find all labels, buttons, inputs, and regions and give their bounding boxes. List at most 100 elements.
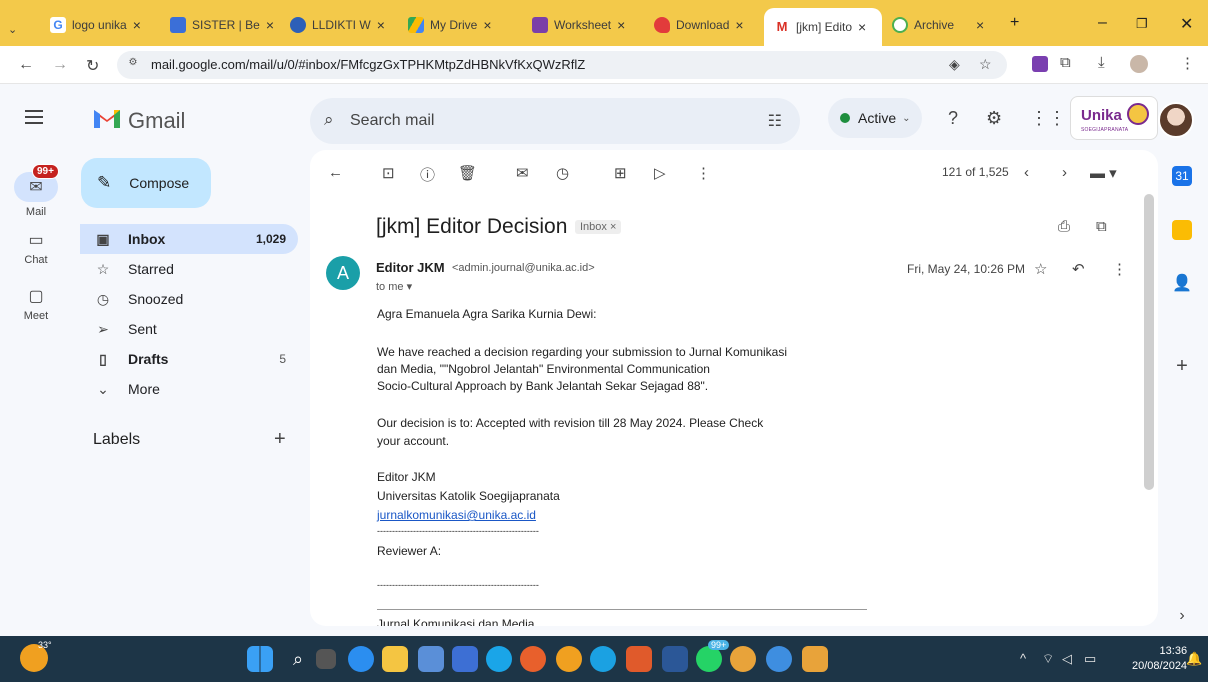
recipient-toggle[interactable]: to me ▾ [376, 280, 412, 293]
rail-meet[interactable]: ▢ Meet [14, 286, 58, 322]
close-icon[interactable]: × [735, 17, 743, 33]
contacts-icon[interactable]: 👤 [1172, 274, 1192, 294]
file-explorer-icon[interactable] [382, 646, 408, 672]
snooze-icon[interactable]: ◷ [556, 164, 569, 182]
app-g-icon[interactable] [802, 646, 828, 672]
whatsapp-icon[interactable]: 99+ [696, 640, 730, 672]
nav-item-more[interactable]: ⌄ More [80, 374, 298, 404]
label-icon[interactable]: ▷ [654, 164, 666, 182]
nav-item-drafts[interactable]: ▯ Drafts 5 [80, 344, 298, 374]
open-new-window-icon[interactable]: ⧉ [1096, 218, 1107, 235]
notification-bell-icon[interactable]: 🔔 [1186, 651, 1202, 667]
compose-button[interactable]: ✎ Compose [81, 158, 211, 208]
system-clock[interactable]: 13:36 20/08/2024 [1132, 644, 1187, 674]
account-avatar[interactable] [1158, 102, 1194, 138]
close-icon[interactable]: × [377, 17, 385, 33]
input-tools-icon[interactable]: ▬ ▾ [1090, 164, 1117, 182]
restore-button[interactable]: ❐ [1136, 16, 1148, 32]
show-side-panel-chevron-icon[interactable]: › [1172, 606, 1192, 626]
extensions-icon[interactable]: ⧉ [1060, 54, 1071, 71]
chrome-blue-icon[interactable] [486, 646, 512, 672]
tab-download[interactable]: Download × [654, 11, 756, 39]
archive-icon[interactable]: ⊡ [382, 164, 395, 182]
organization-logo[interactable]: Unika SOEGIJAPRANATA [1070, 96, 1158, 140]
tab-lldikti[interactable]: LLDIKTI W × [290, 11, 394, 39]
rail-mail[interactable]: ✉ 99+ Mail [14, 164, 59, 218]
task-view-icon[interactable] [316, 649, 336, 669]
url-bar[interactable]: ⚙ mail.google.com/mail/u/0/#inbox/FMfcgz… [117, 51, 1007, 79]
close-icon[interactable]: × [483, 17, 491, 33]
chrome-profile-icon[interactable] [730, 646, 756, 672]
close-icon[interactable]: × [976, 17, 984, 33]
photos-icon[interactable] [418, 646, 444, 672]
new-tab-button[interactable]: + [1010, 14, 1019, 32]
more-options-icon[interactable]: ⋮ [1112, 260, 1127, 278]
download-icon[interactable]: ⤓ [1098, 54, 1105, 71]
site-info-icon[interactable]: ⚙ [125, 57, 141, 73]
settings-gear-icon[interactable]: ⚙ [986, 108, 1002, 129]
url-text[interactable]: mail.google.com/mail/u/0/#inbox/FMfcgzGx… [151, 57, 585, 72]
close-icon[interactable]: × [617, 17, 625, 33]
onenote-extension-icon[interactable] [1032, 56, 1048, 72]
back-arrow-icon[interactable]: ← [328, 164, 343, 181]
signature-email-link[interactable]: jurnalkomunikasi@unika.ac.id [377, 508, 536, 522]
apps-grid-icon[interactable]: ⋮⋮ [1030, 108, 1066, 129]
search-icon[interactable]: ⌕ [324, 110, 334, 130]
wifi-icon[interactable]: ⌔ [1042, 651, 1054, 667]
rail-chat[interactable]: ▭ Chat [14, 230, 58, 266]
search-input[interactable] [350, 108, 730, 134]
start-button-icon[interactable] [247, 646, 273, 672]
hidden-icons-chevron-icon[interactable]: ^ [1020, 651, 1026, 666]
nav-item-snoozed[interactable]: ◷ Snoozed [80, 284, 298, 314]
browser-menu-icon[interactable]: ⋮ [1180, 54, 1195, 72]
nav-item-sent[interactable]: ➢ Sent [80, 314, 298, 344]
search-options-icon[interactable]: ☷ [768, 111, 782, 131]
tab-search-button[interactable]: ⌄ [8, 15, 17, 43]
star-icon[interactable]: ☆ [1034, 260, 1047, 278]
get-addons-plus-icon[interactable]: + [1172, 356, 1192, 376]
report-spam-icon[interactable]: ⓘ [420, 164, 435, 185]
close-icon[interactable]: × [266, 17, 274, 33]
tab-sister[interactable]: SISTER | Be × [170, 11, 276, 39]
older-chevron-icon[interactable]: › [1062, 164, 1067, 181]
nav-item-starred[interactable]: ☆ Starred [80, 254, 298, 284]
close-window-button[interactable]: ✕ [1180, 14, 1193, 34]
weather-widget[interactable]: 33° [20, 640, 52, 672]
tab-jkm-editor[interactable]: M [jkm] Edito × [764, 8, 882, 46]
keep-icon[interactable] [1172, 220, 1192, 240]
main-menu-icon[interactable] [25, 110, 43, 124]
calendar-icon[interactable]: 31 [1172, 166, 1192, 186]
close-icon[interactable]: × [133, 17, 141, 33]
gmail-logo-icon[interactable] [92, 106, 122, 130]
bookmark-star-icon[interactable]: ☆ [979, 56, 992, 73]
battery-icon[interactable]: ▭ [1084, 651, 1096, 667]
scrollbar[interactable] [1144, 194, 1154, 490]
move-to-icon[interactable]: ⊞ [614, 164, 627, 182]
tab-my-drive[interactable]: My Drive × [408, 11, 518, 39]
more-options-icon[interactable]: ⋮ [696, 164, 711, 182]
add-label-icon[interactable]: + [274, 428, 286, 451]
chrome-yellow-icon[interactable] [556, 646, 582, 672]
chrome-profile-active-icon[interactable] [766, 646, 792, 672]
tab-archive[interactable]: Archive × [892, 11, 1002, 39]
mark-unread-icon[interactable]: ✉ [516, 164, 529, 182]
word-icon[interactable] [662, 646, 688, 672]
profile-avatar-icon[interactable] [1130, 55, 1148, 73]
minimize-button[interactable]: – [1098, 14, 1107, 32]
edge-icon[interactable] [590, 646, 616, 672]
reply-icon[interactable]: ↶ [1072, 260, 1085, 278]
newer-chevron-icon[interactable]: ‹ [1024, 164, 1029, 181]
store-icon[interactable] [452, 646, 478, 672]
firefox-icon[interactable] [520, 646, 546, 672]
back-arrow-icon[interactable]: ← [18, 56, 34, 74]
print-icon[interactable]: ⎙ [1058, 218, 1070, 235]
widgets-icon[interactable] [348, 646, 374, 672]
volume-icon[interactable]: ◁ [1062, 651, 1072, 667]
reload-icon[interactable]: ↻ [86, 56, 99, 76]
forward-arrow-icon[interactable]: → [52, 56, 68, 74]
inbox-label-chip[interactable]: Inbox × [575, 220, 622, 234]
close-icon[interactable]: × [858, 19, 866, 35]
status-selector[interactable]: Active ⌄ [828, 98, 922, 138]
sender-name[interactable]: Editor JKM [376, 260, 445, 275]
delete-icon[interactable]: 🗑 [458, 164, 477, 182]
